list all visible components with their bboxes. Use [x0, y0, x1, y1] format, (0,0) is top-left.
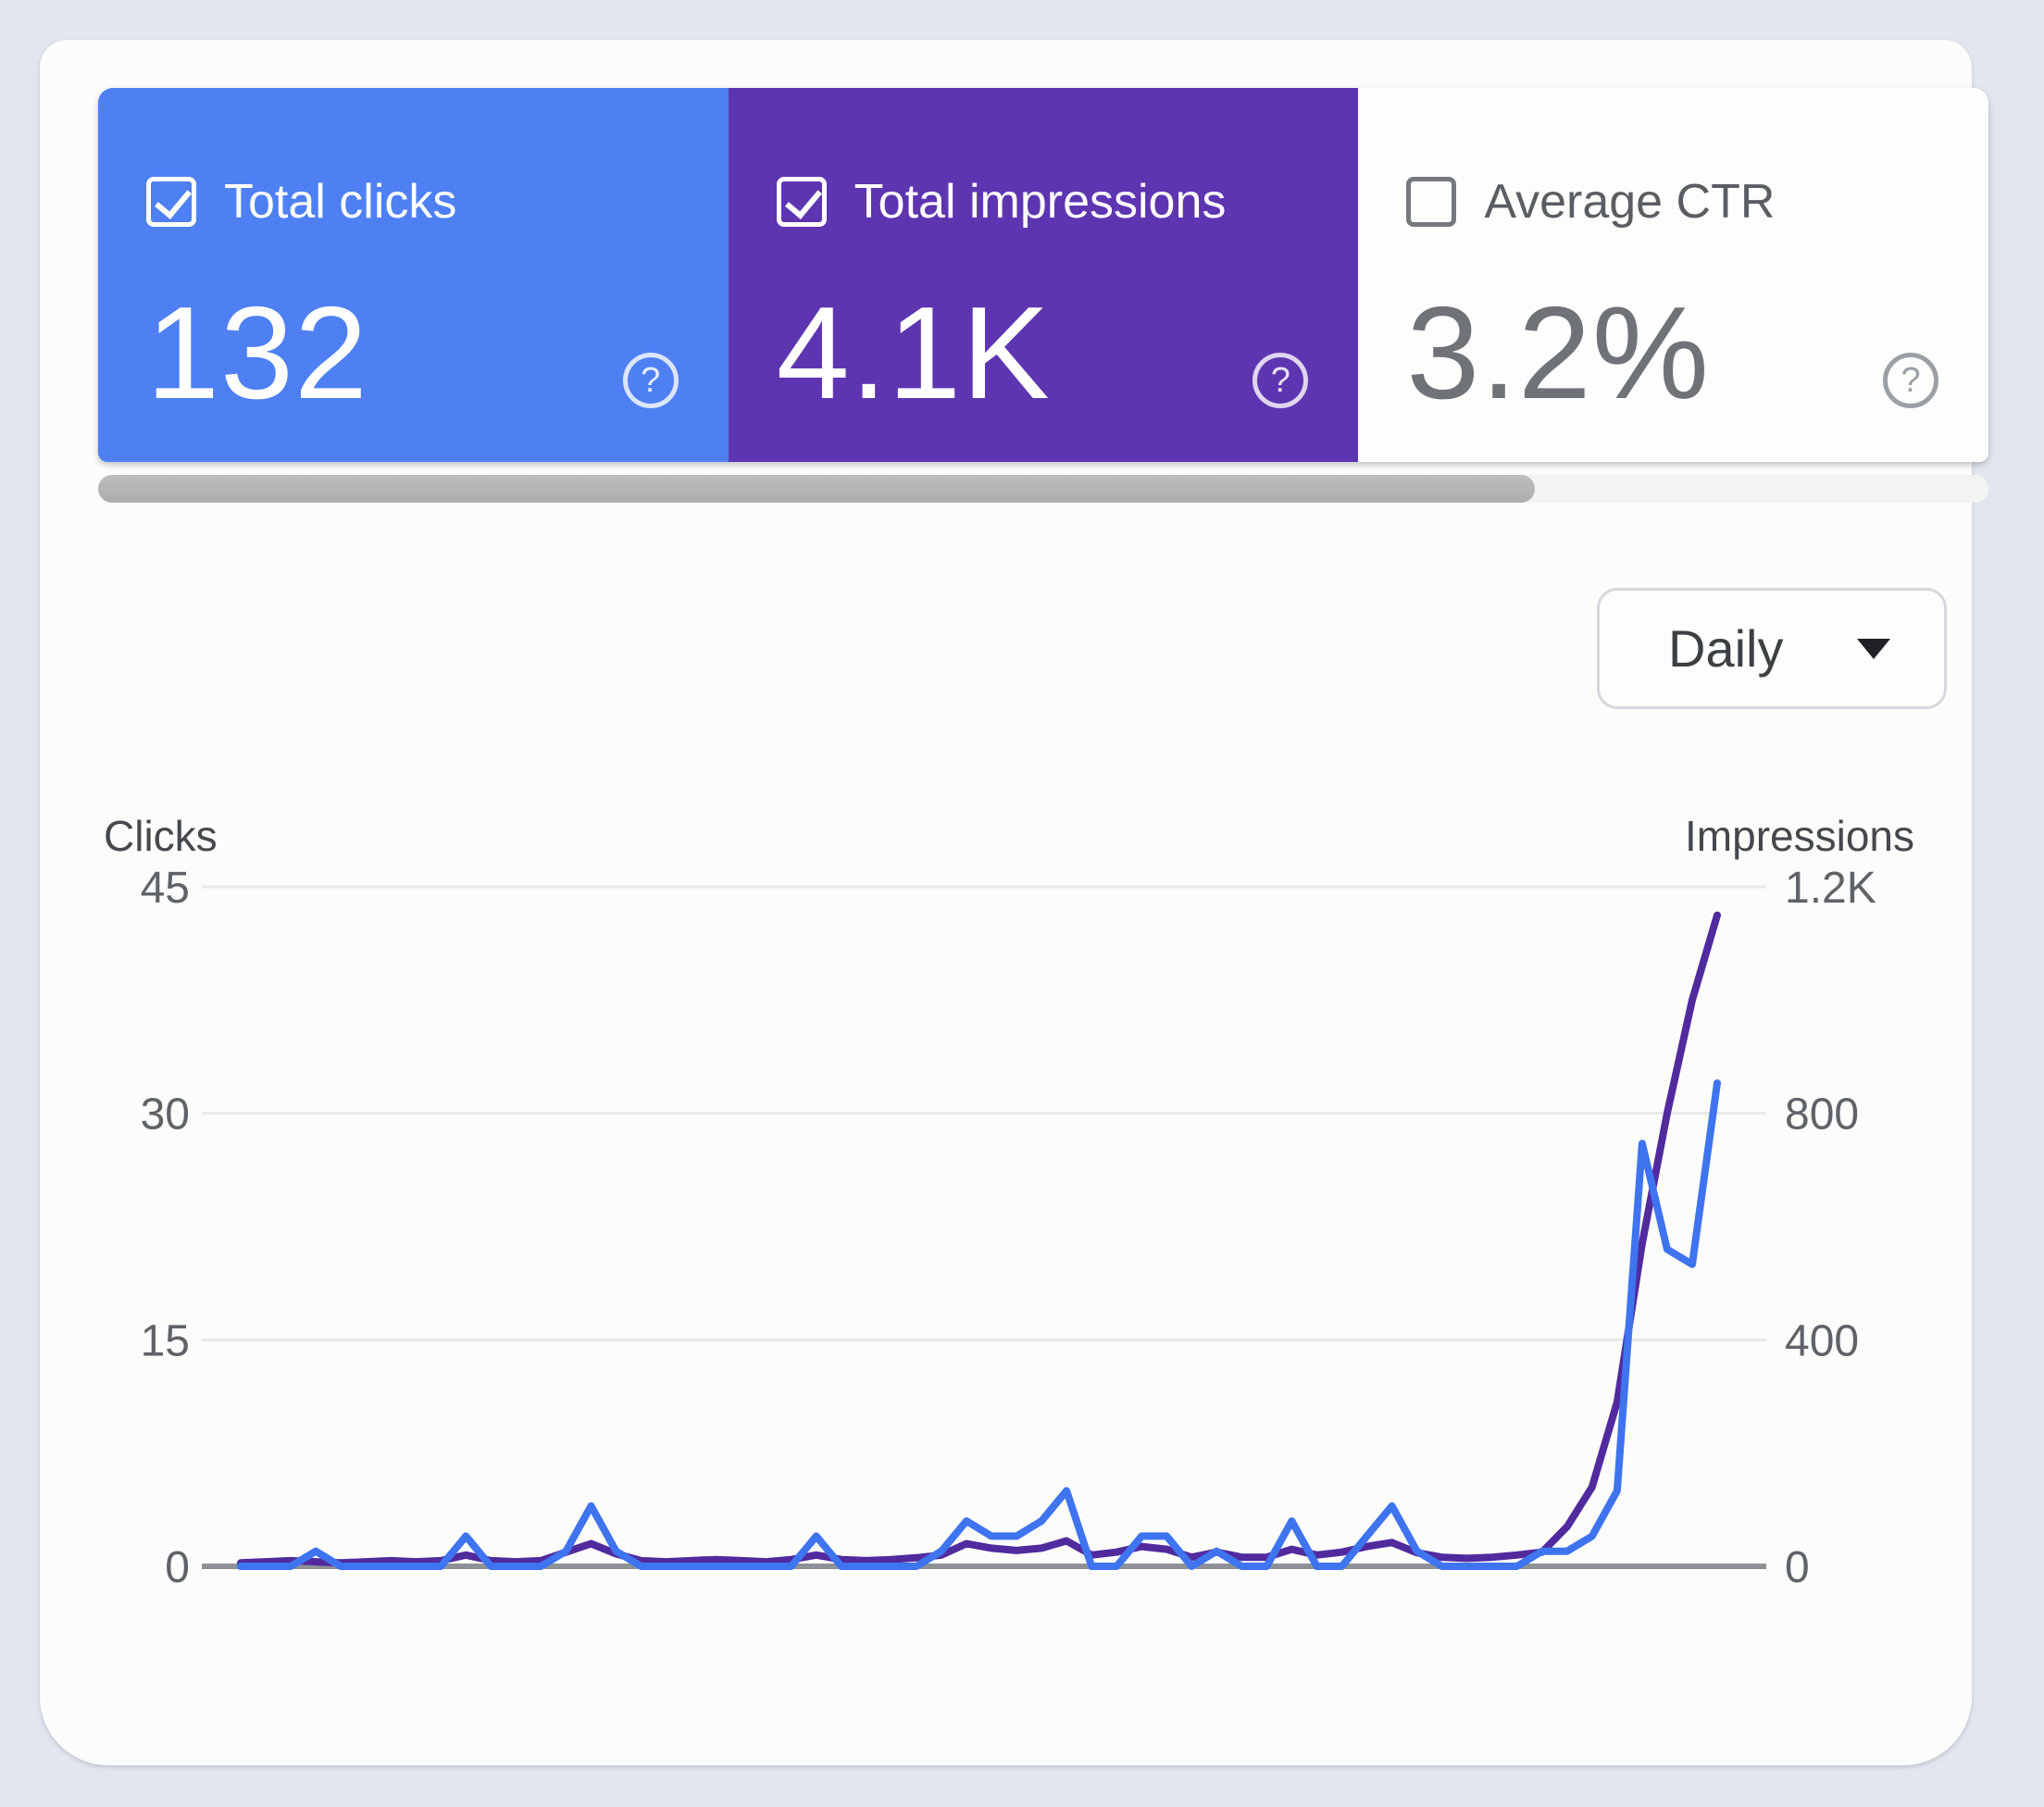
metric-card-row: Total clicks 132 ? Total impressions 4.1…: [98, 88, 1988, 462]
card-header: Average CTR: [1406, 177, 1937, 227]
card-label: Total impressions: [854, 178, 1227, 226]
svg-text:45: 45: [141, 864, 190, 913]
performance-line-chart: 45 1.2K 30 800 15 400 0 0: [0, 796, 2044, 1629]
help-icon[interactable]: ?: [623, 353, 679, 408]
card-header: Total clicks: [146, 177, 677, 227]
svg-text:15: 15: [141, 1316, 190, 1365]
checkbox-unchecked-icon[interactable]: [1406, 177, 1456, 227]
card-value: 3.2%: [1406, 288, 1937, 419]
card-value: 132: [146, 288, 677, 419]
scrollbar-track[interactable]: [98, 475, 1988, 503]
metric-card-total-clicks[interactable]: Total clicks 132 ?: [98, 88, 729, 462]
svg-text:1.2K: 1.2K: [1785, 864, 1876, 913]
svg-text:400: 400: [1785, 1316, 1859, 1365]
chevron-down-icon: [1857, 639, 1890, 659]
help-icon[interactable]: ?: [1253, 353, 1308, 408]
scrollbar-thumb[interactable]: [98, 475, 1535, 503]
card-header: Total impressions: [777, 177, 1307, 227]
checkbox-checked-icon[interactable]: [146, 177, 196, 227]
svg-text:0: 0: [165, 1543, 190, 1592]
metric-card-total-impressions[interactable]: Total impressions 4.1K ?: [729, 88, 1359, 462]
svg-text:0: 0: [1785, 1543, 1810, 1592]
svg-text:30: 30: [141, 1090, 190, 1140]
card-value: 4.1K: [777, 288, 1307, 419]
granularity-label: Daily: [1668, 618, 1783, 679]
granularity-dropdown[interactable]: Daily: [1597, 588, 1947, 709]
card-label: Total clicks: [224, 178, 456, 226]
card-label: Average CTR: [1484, 178, 1775, 226]
help-icon[interactable]: ?: [1883, 353, 1938, 408]
metric-card-average-ctr[interactable]: Average CTR 3.2% ?: [1358, 88, 1988, 462]
svg-text:800: 800: [1785, 1090, 1859, 1140]
checkbox-checked-icon[interactable]: [777, 177, 827, 227]
